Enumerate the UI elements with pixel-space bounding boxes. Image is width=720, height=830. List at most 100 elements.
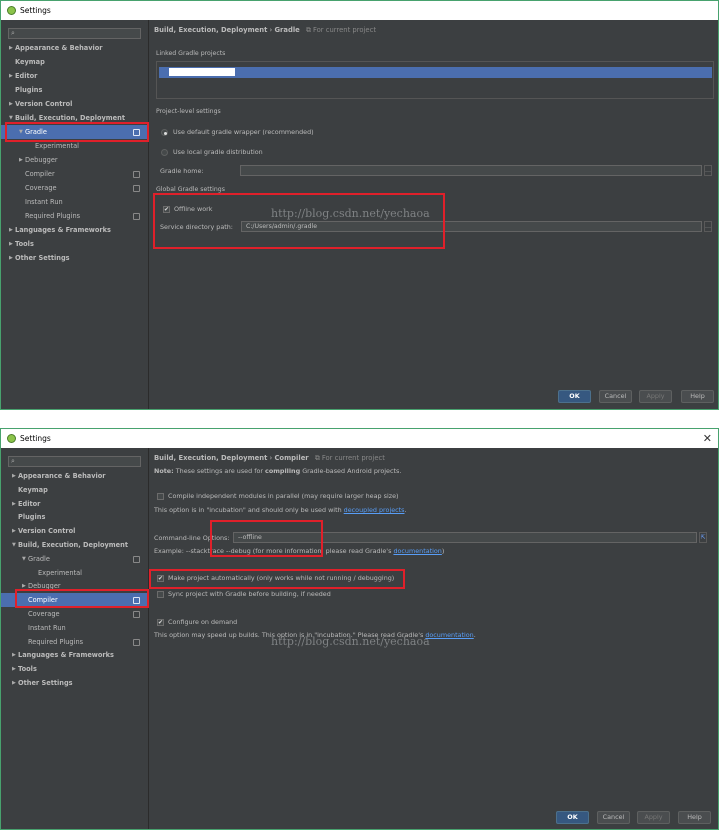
local-distribution-label: Use local gradle distribution bbox=[173, 148, 263, 156]
sidebar-item-coverage[interactable]: Coverage bbox=[1, 607, 148, 621]
linked-project-row[interactable] bbox=[159, 67, 712, 78]
sidebar-item-keymap[interactable]: Keymap bbox=[1, 483, 148, 497]
close-icon[interactable]: ✕ bbox=[703, 432, 712, 445]
project-scope-icon bbox=[133, 638, 140, 646]
sidebar-item-editor[interactable]: ▶ Editor bbox=[1, 69, 148, 83]
redacted-project-name bbox=[169, 68, 235, 76]
sidebar-item-experimental[interactable]: Experimental bbox=[1, 566, 148, 580]
chevron-right-icon[interactable]: ▶ bbox=[9, 251, 13, 265]
chevron-right-icon[interactable]: ▶ bbox=[12, 676, 16, 690]
sidebar-item-languages-frameworks[interactable]: ▶ Languages & Frameworks bbox=[1, 223, 148, 237]
title-bar: Settings bbox=[1, 1, 718, 20]
chevron-right-icon[interactable]: ▶ bbox=[12, 497, 16, 511]
local-distribution-radio[interactable] bbox=[161, 149, 168, 156]
compile-parallel-checkbox[interactable] bbox=[157, 493, 164, 500]
chevron-right-icon[interactable]: ▶ bbox=[9, 41, 13, 55]
service-directory-browse-icon[interactable]: … bbox=[704, 221, 712, 232]
sidebar-item-version-control[interactable]: ▶ Version Control bbox=[1, 524, 148, 538]
chevron-right-icon[interactable]: ▶ bbox=[9, 237, 13, 251]
chevron-right-icon[interactable]: ▶ bbox=[9, 97, 13, 111]
settings-window-compiler: Settings ✕ ⌕ ▶ Appearance & Behavior Keyma… bbox=[0, 428, 719, 830]
search-input[interactable]: ⌕ bbox=[8, 28, 141, 39]
chevron-right-icon[interactable]: ▶ bbox=[12, 648, 16, 662]
chevron-right-icon[interactable]: ▶ bbox=[9, 69, 13, 83]
cancel-button[interactable]: Cancel bbox=[599, 390, 632, 403]
note-mid: These settings are used for bbox=[175, 467, 263, 475]
highlight-offline-settings bbox=[153, 193, 445, 249]
ok-button[interactable]: OK bbox=[556, 811, 589, 824]
project-scope-icon bbox=[133, 611, 140, 618]
chevron-right-icon[interactable]: ▶ bbox=[12, 662, 16, 676]
chevron-down-icon[interactable]: ▼ bbox=[22, 552, 26, 566]
gradle-home-browse-icon[interactable]: … bbox=[704, 165, 712, 176]
gradle-home-label: Gradle home: bbox=[160, 167, 204, 175]
help-button[interactable]: Help bbox=[678, 811, 711, 824]
apply-button[interactable]: Apply bbox=[639, 390, 672, 403]
sync-gradle-checkbox[interactable] bbox=[157, 591, 164, 598]
apply-button[interactable]: Apply bbox=[637, 811, 670, 824]
sidebar-item-debugger[interactable]: ▶ Debugger bbox=[1, 153, 148, 167]
sidebar-item-keymap[interactable]: Keymap bbox=[1, 55, 148, 69]
sidebar-item-label: Keymap bbox=[15, 58, 45, 66]
chevron-right-icon[interactable]: ▶ bbox=[12, 469, 16, 483]
search-icon: ⌕ bbox=[11, 29, 15, 37]
sidebar-item-label: Languages & Frameworks bbox=[18, 651, 114, 660]
help-button[interactable]: Help bbox=[681, 390, 714, 403]
chevron-right-icon[interactable]: ▶ bbox=[12, 524, 16, 538]
sidebar-item-tools[interactable]: ▶ Tools bbox=[1, 662, 148, 676]
sidebar-item-label: Experimental bbox=[38, 568, 82, 577]
sidebar-item-tools[interactable]: ▶ Tools bbox=[1, 237, 148, 251]
chevron-right-icon[interactable]: ▶ bbox=[19, 153, 23, 167]
sidebar-item-coverage[interactable]: Coverage bbox=[1, 181, 148, 195]
decoupled-projects-link[interactable]: decoupled projects bbox=[344, 506, 405, 514]
linked-projects-list[interactable] bbox=[156, 61, 714, 99]
chevron-down-icon[interactable]: ▼ bbox=[12, 538, 16, 552]
speedup-documentation-link[interactable]: documentation bbox=[425, 631, 473, 639]
sidebar-item-label: Instant Run bbox=[28, 623, 66, 632]
sidebar-item-label: Appearance & Behavior bbox=[18, 472, 106, 480]
cancel-button[interactable]: Cancel bbox=[597, 811, 630, 824]
sidebar-item-appearance-behavior[interactable]: ▶ Appearance & Behavior bbox=[1, 469, 148, 483]
documentation-link[interactable]: documentation bbox=[393, 547, 441, 555]
note-prefix: Note: bbox=[154, 467, 174, 475]
sidebar-item-compiler[interactable]: Compiler bbox=[1, 167, 148, 181]
default-wrapper-radio[interactable] bbox=[161, 129, 168, 136]
sidebar-item-editor[interactable]: ▶ Editor bbox=[1, 497, 148, 511]
sidebar-item-instant-run[interactable]: Instant Run bbox=[1, 195, 148, 209]
linked-projects-label: Linked Gradle projects bbox=[156, 50, 226, 57]
gradle-home-field[interactable] bbox=[240, 165, 702, 176]
sidebar-item-appearance-behavior[interactable]: ▶ Appearance & Behavior bbox=[1, 41, 148, 55]
sidebar-item-plugins[interactable]: Plugins bbox=[1, 510, 148, 524]
sidebar-item-other-settings[interactable]: ▶ Other Settings bbox=[1, 251, 148, 265]
default-wrapper-label: Use default gradle wrapper (recommended) bbox=[173, 128, 314, 136]
sidebar-item-label: Version Control bbox=[18, 527, 76, 536]
sidebar-item-plugins[interactable]: Plugins bbox=[1, 83, 148, 97]
sidebar-item-label: Build, Execution, Deployment bbox=[18, 541, 128, 549]
sidebar-item-required-plugins[interactable]: Required Plugins bbox=[1, 209, 148, 223]
sidebar-item-label: Other Settings bbox=[15, 254, 70, 262]
search-input[interactable]: ⌕ bbox=[8, 456, 141, 467]
expand-field-icon[interactable]: ⇱ bbox=[699, 532, 707, 543]
breadcrumb-current: Compiler bbox=[274, 454, 309, 462]
sidebar-item-required-plugins[interactable]: Required Plugins bbox=[1, 635, 148, 649]
breadcrumb-path: Build, Execution, Deployment bbox=[154, 26, 268, 34]
sidebar-item-gradle[interactable]: ▼ Gradle bbox=[1, 552, 148, 566]
sidebar-item-languages-frameworks[interactable]: ▶ Languages & Frameworks bbox=[1, 648, 148, 662]
sidebar-item-label: Required Plugins bbox=[25, 212, 81, 220]
breadcrumb-separator: › bbox=[269, 454, 273, 462]
chevron-right-icon[interactable]: ▶ bbox=[9, 223, 13, 237]
global-gradle-settings-label: Global Gradle settings bbox=[156, 186, 225, 193]
scope-text: For current project bbox=[312, 26, 377, 34]
project-level-settings-label: Project-level settings bbox=[156, 108, 221, 115]
sidebar-item-label: Editor bbox=[15, 72, 38, 80]
sidebar-item-version-control[interactable]: ▶ Version Control bbox=[1, 97, 148, 111]
sync-gradle-label: Sync project with Gradle before building… bbox=[168, 590, 331, 598]
configure-on-demand-checkbox[interactable]: ✔ bbox=[157, 619, 164, 626]
sidebar-item-other-settings[interactable]: ▶ Other Settings bbox=[1, 676, 148, 690]
highlight-gradle-item bbox=[5, 122, 149, 142]
sidebar-item-build-execution-deployment[interactable]: ▼ Build, Execution, Deployment bbox=[1, 538, 148, 552]
scope-label: ⧉ For current project bbox=[305, 26, 377, 34]
sidebar-item-instant-run[interactable]: Instant Run bbox=[1, 621, 148, 635]
ok-button[interactable]: OK bbox=[558, 390, 591, 403]
settings-window-gradle: Settings ⌕ ▶ Appearance & Behavior Keymap ▶… bbox=[0, 0, 719, 410]
